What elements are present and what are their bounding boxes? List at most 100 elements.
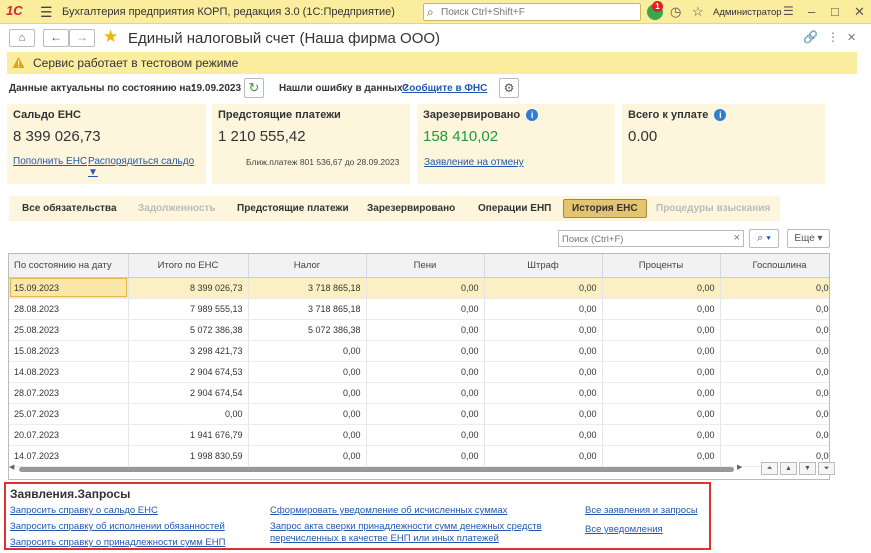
table-cell[interactable]: 20.07.2023: [9, 424, 129, 446]
table-row[interactable]: 15.08.2023 3 298 421,73 0,00 0,00 0,00 0,00 0,…: [9, 340, 829, 362]
report-to-fns-link[interactable]: Сообщите в ФНС: [402, 83, 487, 94]
request-saldo-link[interactable]: Запросить справку о сальдо ЕНС: [10, 505, 158, 517]
table-cell[interactable]: 0,00: [128, 403, 249, 425]
table-cell[interactable]: 0,00: [602, 298, 721, 320]
close-form-icon[interactable]: ✕: [847, 31, 856, 44]
tab-enp-operations[interactable]: Операции ЕНП: [478, 196, 551, 221]
scroll-left-icon[interactable]: ◀: [9, 463, 14, 471]
table-cell[interactable]: 28.07.2023: [9, 382, 129, 404]
col-interest[interactable]: Проценты: [602, 254, 721, 278]
table-cell[interactable]: 0,00: [602, 277, 721, 299]
table-cell[interactable]: 2 904 674,54: [128, 382, 249, 404]
current-user[interactable]: Администратор: [713, 7, 782, 18]
table-row[interactable]: 28.08.2023 7 989 555,13 3 718 865,18 0,00 0,…: [9, 298, 829, 320]
tab-debt[interactable]: Задолженность: [138, 196, 216, 221]
table-cell[interactable]: 0,00: [602, 382, 721, 404]
col-fine[interactable]: Штраф: [484, 254, 603, 278]
table-cell[interactable]: 25.07.2023: [9, 403, 129, 425]
more-vert-icon[interactable]: ⋮: [827, 30, 839, 44]
table-cell[interactable]: 0,00: [366, 340, 485, 362]
table-cell[interactable]: 0,00: [602, 340, 721, 362]
table-cell[interactable]: 0,00: [602, 319, 721, 341]
table-cell[interactable]: 25.08.2023: [9, 319, 129, 341]
table-cell[interactable]: 3 298 421,73: [128, 340, 249, 362]
table-cell[interactable]: 3 718 865,18: [248, 277, 367, 299]
table-cell[interactable]: 0,00: [248, 340, 367, 362]
top-up-link[interactable]: Пополнить ЕНС: [13, 156, 87, 167]
global-search-input[interactable]: [441, 5, 636, 19]
request-obligations-link[interactable]: Запросить справку об исполнении обязанно…: [10, 521, 225, 533]
table-cell[interactable]: 0,00: [248, 403, 367, 425]
all-applications-link[interactable]: Все заявления и запросы: [585, 505, 698, 517]
table-row[interactable]: 25.08.2023 5 072 386,38 5 072 386,38 0,00 0,…: [9, 319, 829, 341]
table-cell[interactable]: 0,00: [366, 403, 485, 425]
table-cell[interactable]: 15.08.2023: [9, 340, 129, 362]
forward-button[interactable]: →: [69, 29, 95, 47]
table-cell[interactable]: 7 989 555,13: [128, 298, 249, 320]
next-row-button[interactable]: ▼: [799, 462, 816, 475]
request-ownership-link[interactable]: Запросить справку о принадлежности сумм …: [10, 537, 225, 549]
table-row[interactable]: 14.08.2023 2 904 674,53 0,00 0,00 0,00 0,00 0,…: [9, 361, 829, 383]
table-cell[interactable]: 0,00: [484, 298, 603, 320]
table-cell[interactable]: 0,00: [366, 361, 485, 383]
table-search[interactable]: ×: [558, 230, 744, 247]
table-cell[interactable]: 0,00: [602, 424, 721, 446]
tab-collection-procedures[interactable]: Процедуры взыскания: [656, 196, 770, 221]
refresh-button[interactable]: ↻: [244, 78, 264, 98]
tab-upcoming-payments[interactable]: Предстоящие платежи: [237, 196, 349, 221]
all-notifications-link[interactable]: Все уведомления: [585, 524, 663, 536]
table-cell[interactable]: 0,00: [720, 403, 829, 425]
table-cell[interactable]: 0,00: [484, 382, 603, 404]
search-button[interactable]: ⌕ ▾: [749, 229, 779, 248]
back-button[interactable]: ←: [43, 29, 69, 47]
first-row-button[interactable]: ⏶: [761, 462, 778, 475]
tab-reserved[interactable]: Зарезервировано: [367, 196, 455, 221]
table-cell[interactable]: 28.08.2023: [9, 298, 129, 320]
minimize-icon[interactable]: –: [808, 4, 815, 19]
settings-menu-icon[interactable]: ☰: [783, 4, 794, 18]
tab-all-obligations[interactable]: Все обязательства: [22, 196, 117, 221]
table-cell[interactable]: 2 904 674,53: [128, 361, 249, 383]
table-row[interactable]: 20.07.2023 1 941 676,79 0,00 0,00 0,00 0,00 0,…: [9, 424, 829, 446]
table-cell[interactable]: 0,00: [720, 424, 829, 446]
table-cell[interactable]: 0,00: [720, 361, 829, 383]
table-cell[interactable]: 8 399 026,73: [128, 277, 249, 299]
more-button[interactable]: Еще ▾: [787, 229, 830, 248]
table-cell[interactable]: 0,00: [484, 424, 603, 446]
tab-ens-history[interactable]: История ЕНС: [563, 199, 647, 218]
table-cell[interactable]: 0,00: [720, 298, 829, 320]
table-search-input[interactable]: [562, 233, 722, 245]
table-cell[interactable]: 0,00: [602, 403, 721, 425]
table-cell[interactable]: 0,00: [248, 361, 367, 383]
table-cell[interactable]: 0,00: [720, 277, 829, 299]
table-cell[interactable]: 5 072 386,38: [128, 319, 249, 341]
info-icon[interactable]: i: [714, 109, 727, 121]
col-total[interactable]: Итого по ЕНС: [128, 254, 249, 278]
table-cell[interactable]: 5 072 386,38: [248, 319, 367, 341]
table-cell[interactable]: 0,00: [484, 319, 603, 341]
table-cell[interactable]: 0,00: [366, 382, 485, 404]
col-tax[interactable]: Налог: [248, 254, 367, 278]
info-icon[interactable]: i: [526, 109, 539, 121]
table-cell[interactable]: 0,00: [484, 403, 603, 425]
table-cell[interactable]: 0,00: [248, 382, 367, 404]
table-cell[interactable]: 0,00: [366, 424, 485, 446]
prev-row-button[interactable]: ▲: [780, 462, 797, 475]
table-cell[interactable]: 0,00: [366, 277, 485, 299]
dispose-saldo-link[interactable]: Распорядиться сальдо ▼: [88, 156, 206, 178]
col-date[interactable]: По состоянию на дату: [9, 254, 129, 278]
table-cell[interactable]: 0,00: [484, 277, 603, 299]
maximize-icon[interactable]: □: [831, 4, 839, 19]
form-notification-link[interactable]: Сформировать уведомление об исчисленных …: [270, 505, 507, 517]
table-cell[interactable]: 1 941 676,79: [128, 424, 249, 446]
horizontal-scrollbar[interactable]: ◀ ▶: [9, 462, 744, 476]
table-cell[interactable]: 0,00: [484, 340, 603, 362]
scroll-right-icon[interactable]: ▶: [737, 463, 742, 471]
last-row-button[interactable]: ⏷: [818, 462, 835, 475]
table-cell[interactable]: 0,00: [248, 424, 367, 446]
link-icon[interactable]: 🔗: [803, 30, 818, 44]
table-cell[interactable]: 3 718 865,18: [248, 298, 367, 320]
table-cell[interactable]: 0,00: [366, 298, 485, 320]
main-menu-icon[interactable]: ☰: [40, 4, 53, 21]
clear-icon[interactable]: ×: [734, 232, 740, 244]
